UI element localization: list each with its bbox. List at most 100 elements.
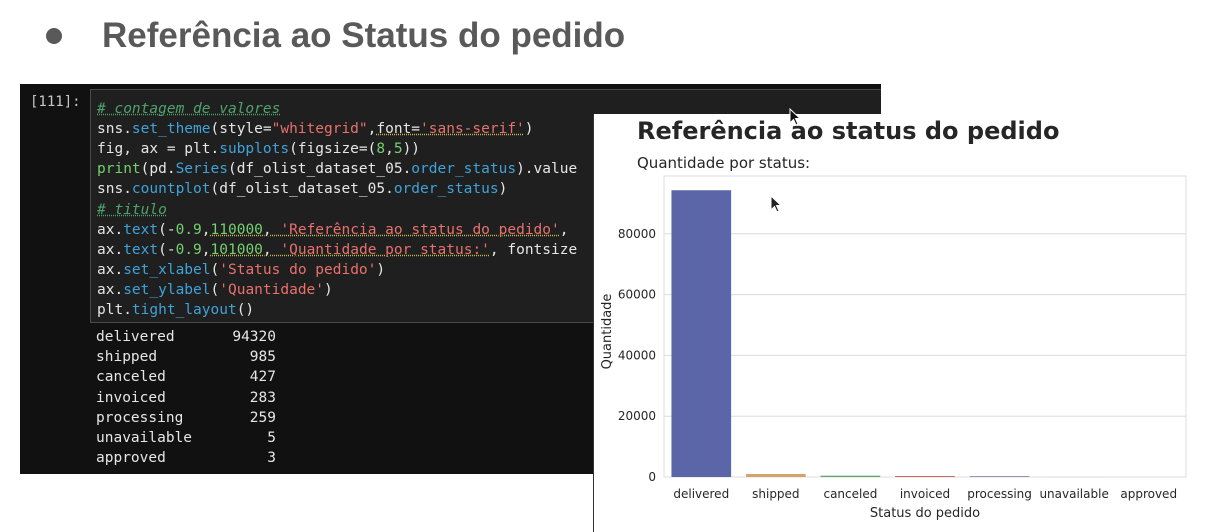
- code-token: text: [123, 241, 159, 258]
- code-token: 5: [393, 141, 403, 158]
- code-token: ax.: [97, 281, 124, 298]
- y-tick-label: 20000: [618, 409, 656, 423]
- output-label: canceled: [96, 369, 166, 386]
- code-token: (: [210, 261, 220, 278]
- output-label: shipped: [96, 349, 158, 366]
- code-token: 0.9: [175, 221, 202, 238]
- code-token: (df_olist_dataset_05.: [210, 181, 394, 198]
- code-token: 'sans-serif': [420, 121, 525, 138]
- code-token: 'Referência ao status do pedido': [280, 221, 560, 238]
- code-token: 101000: [210, 241, 263, 258]
- code-token: ax.: [97, 261, 124, 278]
- output-row: canceled 427: [96, 367, 276, 387]
- code-line: ax.set_xlabel('Status do pedido'): [97, 260, 385, 280]
- code-token: ): [376, 261, 386, 278]
- code-line: plt.tight_layout(): [97, 300, 254, 320]
- bar: [820, 475, 881, 477]
- code-token: ): [324, 281, 333, 298]
- code-token: ,: [559, 221, 578, 238]
- code-token: (: [210, 281, 220, 298]
- output-label: unavailable: [96, 429, 193, 446]
- code-token: print: [97, 161, 141, 178]
- code-token: (df_olist_dataset_05.: [227, 161, 412, 178]
- code-token: fig, ax = plt.: [97, 141, 220, 158]
- code-line: ax.text(-0.9,110000, 'Referência ao stat…: [97, 220, 577, 240]
- plot-area: [663, 175, 1187, 478]
- bar: [895, 476, 955, 477]
- code-token: order_status: [393, 181, 499, 198]
- code-line: # titulo: [97, 200, 167, 220]
- code-token: (): [236, 302, 255, 318]
- code-token: (-: [158, 221, 176, 238]
- output-row: invoiced 283: [96, 388, 276, 408]
- code-token: set_xlabel: [123, 261, 211, 278]
- x-tick-label: unavailable: [1039, 487, 1108, 501]
- output-value: 985: [249, 349, 276, 366]
- code-token: ax.: [97, 241, 124, 258]
- x-tick-label: canceled: [823, 487, 877, 501]
- y-tick-label: 60000: [618, 288, 656, 302]
- code-token: sns.: [97, 181, 132, 198]
- code-token: order_status: [411, 161, 517, 178]
- code-token: ): [498, 181, 508, 198]
- code-line: sns.set_theme(style="whitegrid",font='sa…: [97, 119, 534, 139]
- code-token: 'Quantidade': [219, 281, 325, 298]
- bar: [746, 474, 806, 477]
- mouse-pointer-icon: [789, 108, 802, 126]
- bullet-icon: [46, 28, 62, 44]
- output-value: 94320: [232, 329, 276, 345]
- output-row: approved 3: [96, 448, 276, 468]
- code-token: # titulo: [97, 201, 167, 218]
- bar: [969, 476, 1030, 477]
- code-token: ,: [201, 241, 211, 258]
- y-tick-label: 80000: [618, 227, 656, 241]
- bar: [671, 190, 732, 477]
- y-tick-label: 0: [648, 470, 656, 484]
- chart-panel: Referência ao status do pedido Quantidad…: [593, 114, 1224, 532]
- y-axis-label: Quantidade: [600, 294, 615, 370]
- slide-title: Referência ao Status do pedido: [46, 12, 625, 60]
- code-token: subplots: [219, 141, 290, 158]
- code-token: (style=: [210, 121, 272, 138]
- code-token: ,: [262, 221, 281, 238]
- code-token: )): [402, 141, 421, 158]
- code-token: (pd.: [140, 161, 176, 178]
- code-token: ,: [385, 141, 394, 158]
- output-row: shipped 985: [96, 347, 276, 367]
- code-line: fig, ax = plt.subplots(figsize=(8,5)): [97, 139, 420, 159]
- code-token: 8: [376, 141, 386, 158]
- code-line: print(pd.Series(df_olist_dataset_05.orde…: [97, 159, 577, 179]
- code-token: font=: [376, 121, 421, 138]
- output-value: 3: [267, 450, 276, 467]
- code-token: text: [123, 221, 159, 238]
- code-token: "whitegrid": [271, 121, 368, 138]
- code-line: sns.countplot(df_olist_dataset_05.order_…: [97, 179, 507, 199]
- code-token: 'Quantidade por status:': [280, 241, 490, 258]
- output-label: invoiced: [96, 389, 166, 406]
- code-token: (figsize=(: [289, 141, 377, 158]
- code-token: tight_layout: [131, 302, 237, 318]
- code-token: ax.: [97, 221, 124, 238]
- slide-title-text: Referência ao Status do pedido: [102, 16, 626, 55]
- x-tick-label: invoiced: [900, 487, 950, 501]
- code-token: 'Status do pedido': [219, 261, 377, 278]
- output-row: delivered 94320: [96, 327, 276, 347]
- x-axis-label: Status do pedido: [870, 506, 980, 521]
- code-token: ,: [262, 241, 281, 258]
- x-tick-label: approved: [1120, 487, 1177, 501]
- code-token: ,: [201, 221, 211, 238]
- output-row: processing 259: [96, 408, 276, 428]
- code-line: ax.set_ylabel('Quantidade'): [97, 280, 333, 300]
- code-token: set_theme: [131, 121, 211, 138]
- code-line: ax.text(-0.9,101000, 'Quantidade por sta…: [97, 240, 577, 260]
- x-tick-label: delivered: [673, 487, 729, 501]
- code-token: Series: [175, 161, 228, 178]
- code-token: # contagem de valores: [97, 101, 281, 117]
- code-token: ).value: [516, 161, 578, 178]
- x-tick-label: processing: [967, 487, 1032, 501]
- code-token: plt.: [97, 302, 132, 318]
- output-label: approved: [96, 450, 166, 467]
- cell-prompt: [111]:: [30, 94, 81, 110]
- y-tick-label: 40000: [618, 348, 656, 362]
- code-token: 0.9: [175, 241, 202, 258]
